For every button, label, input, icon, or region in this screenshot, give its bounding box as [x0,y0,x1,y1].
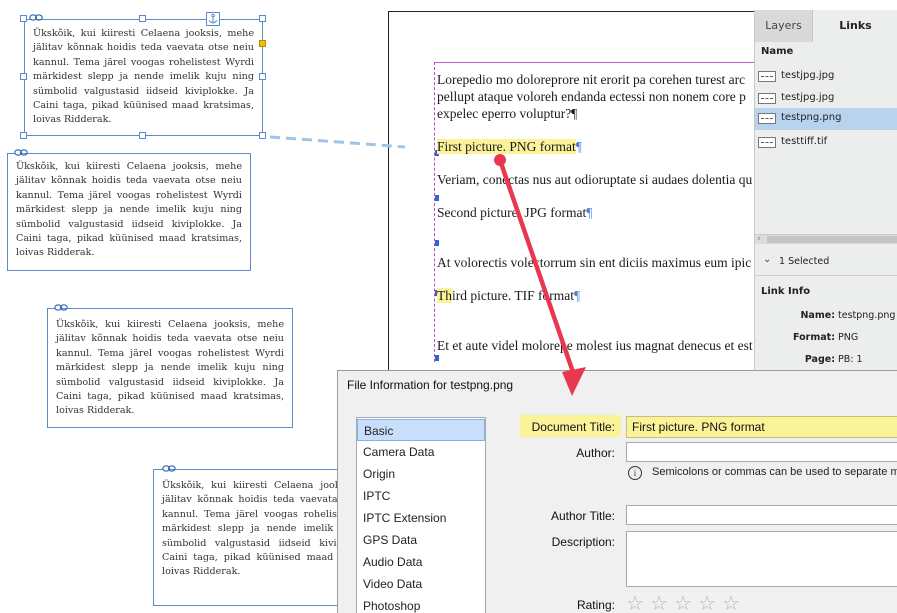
frame-handle[interactable] [20,132,27,139]
rating-star-icon[interactable]: ☆ [722,593,740,613]
margin-guide [434,62,435,362]
selection-count: 1 Selected [779,256,830,267]
author-title-label: Author Title: [550,509,615,523]
anchor-icon [206,12,220,26]
file-info-dialog: File Information for testpng.png Basic C… [337,370,897,613]
caption-text: ird picture. TIF format [452,288,574,303]
frame-text: Ükskõik, kui kiiresti Celaena jooksis, m… [33,28,254,126]
selection-summary[interactable]: ⌄ 1 Selected [755,250,897,276]
frame-text: Ükskõik, kui kiiresti Celaena jooksis, m… [16,161,242,259]
tab-layers[interactable]: Layers [755,10,813,42]
author-field[interactable] [626,442,897,462]
horizontal-scrollbar[interactable]: ‹ [755,234,897,244]
margin-guide [434,62,754,63]
link-info-heading: Link Info [761,286,811,297]
link-chain-icon [14,149,28,156]
link-row[interactable]: testjpg.jpg [755,66,897,88]
threaded-link-line [269,135,406,149]
author-label: Author: [576,446,615,460]
category-video-data[interactable]: Video Data [357,573,485,595]
body-line: pellupt ataque voloreh endanda ectessi n… [437,89,746,104]
description-label: Description: [551,535,615,549]
body-line: Et et aute videl molorepe molest ius mag… [437,338,753,353]
text-frame[interactable]: Ükskõik, kui kiiresti Celaena jooksis, m… [7,153,251,271]
pilcrow: ¶ [586,205,593,220]
info-key: Page: [804,354,835,365]
link-filename: testjpg.jpg [781,70,835,81]
text-frame[interactable]: Ükskõik, kui kiiresti Celaena jooksis, m… [47,308,293,428]
category-origin[interactable]: Origin [357,463,485,485]
dialog-title: File Information for testpng.png [347,378,514,392]
link-chain-icon [54,304,68,311]
category-camera-data[interactable]: Camera Data [357,441,485,463]
caption-second-picture[interactable]: Second picture. JPG format¶ [437,205,592,222]
caption-first-picture[interactable]: First picture. PNG format¶ [437,139,582,156]
file-thumbnail-icon [758,113,776,124]
link-row[interactable]: testtiff.tif [755,132,897,154]
link-chain-icon [29,14,43,21]
link-filename: testpng.png [781,112,842,123]
frame-handle[interactable] [139,132,146,139]
category-iptc-extension[interactable]: IPTC Extension [357,507,485,529]
frame-handle[interactable] [20,73,27,80]
caption-text-prefix: Th [437,288,452,303]
link-row[interactable]: testjpg.jpg [755,88,897,110]
frame-handle[interactable] [259,132,266,139]
caption-text: First picture. PNG format [437,139,576,154]
document-text-column[interactable]: Lorepedio mo doloreprore nit erorit pa c… [437,70,754,370]
info-value: PNG [838,332,859,343]
frame-handle[interactable] [139,15,146,22]
pilcrow: ¶ [575,139,582,154]
frame-handle[interactable] [20,15,27,22]
pilcrow: ¶ [573,288,581,303]
scroll-left-icon[interactable]: ‹ [757,234,761,244]
body-line: expelec eperro voluptur?¶ [437,106,578,121]
rating-star-icon[interactable]: ☆ [650,593,668,613]
category-basic[interactable]: Basic [357,419,485,441]
category-photoshop[interactable]: Photoshop [357,595,485,613]
info-value: testpng.png [838,310,896,321]
rating-star-icon[interactable]: ☆ [698,593,716,613]
frame-text: Ükskõik, kui kiiresti Celaena jooksis, m… [56,319,284,417]
body-line: Lorepedio mo doloreprore nit erorit pa c… [437,72,746,87]
text-frame-selected[interactable]: Ükskõik, kui kiiresti Celaena jooksis, m… [24,19,263,136]
description-field[interactable] [626,531,897,587]
caption-text: Second picture. JPG format [437,205,587,220]
body-line: Veriam, conectas nus aut odioruptate si … [437,172,753,187]
link-filename: testtiff.tif [781,136,828,147]
links-panel: Layers Links Name testjpg.jpg testjpg.jp… [754,10,897,376]
category-list: Basic Camera Data Origin IPTC IPTC Exten… [356,417,486,613]
chevron-down-icon[interactable]: ⌄ [763,254,771,265]
frame-handle[interactable] [259,15,266,22]
info-key: Name: [800,310,835,321]
out-port-icon[interactable] [259,40,266,47]
caption-third-picture[interactable]: Third picture. TIF format¶ [437,288,580,305]
document-title-label: Document Title: [531,420,615,434]
document-title-field[interactable]: First picture. PNG format [626,416,897,438]
rating-star-icon[interactable]: ☆ [674,593,692,613]
file-thumbnail-icon [758,137,776,148]
category-audio-data[interactable]: Audio Data [357,551,485,573]
file-thumbnail-icon [758,93,776,104]
scrollbar-thumb[interactable] [767,236,897,243]
author-hint: Semicolons or commas can be used to sepa… [652,466,897,478]
link-chain-icon [162,465,176,472]
link-row-selected[interactable]: testpng.png [755,108,897,130]
body-line: At volorectis volectorrum sin ent diciis… [437,255,752,270]
link-filename: testjpg.jpg [781,92,835,103]
file-thumbnail-icon [758,71,776,82]
category-gps-data[interactable]: GPS Data [357,529,485,551]
rating-label: Rating: [576,598,615,612]
tab-links[interactable]: Links [813,10,897,42]
column-header-name[interactable]: Name [761,46,793,57]
info-key: Format: [793,332,835,343]
frame-handle[interactable] [259,73,266,80]
author-title-field[interactable] [626,505,897,525]
category-iptc[interactable]: IPTC [357,485,485,507]
info-value: PB: 1 [838,354,863,365]
rating-star-icon[interactable]: ☆ [626,593,644,613]
info-icon: i [628,466,642,480]
